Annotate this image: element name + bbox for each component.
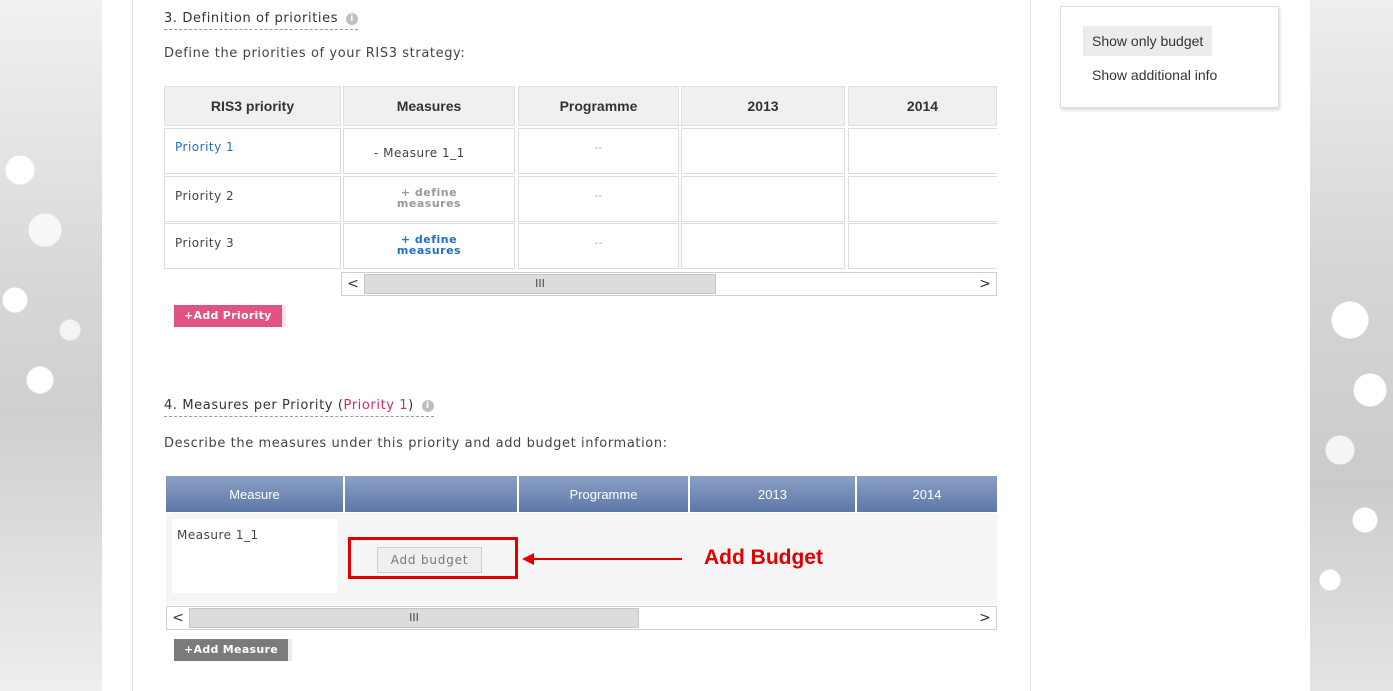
content-border-right bbox=[1030, 0, 1031, 691]
info-icon[interactable]: i bbox=[346, 13, 359, 25]
scroll-thumb[interactable]: III bbox=[189, 608, 639, 628]
scroll-right-button[interactable]: > bbox=[974, 607, 996, 629]
programme-cell: -- bbox=[518, 128, 679, 174]
horizontal-scrollbar[interactable]: < III > bbox=[166, 606, 997, 630]
header-ris3-priority: RIS3 priority bbox=[164, 86, 341, 126]
priority-item[interactable]: Priority 3 bbox=[164, 223, 341, 269]
measures-text: measures bbox=[396, 197, 462, 210]
section-title-measures: 4. Measures per Priority (Priority 1) i bbox=[164, 398, 434, 417]
add-priority-button[interactable]: +Add Priority bbox=[174, 305, 282, 327]
priority-link[interactable]: Priority 1 bbox=[164, 128, 341, 174]
section-title-suffix: ) bbox=[408, 398, 414, 413]
section-title-text: 3. Definition of priorities bbox=[164, 11, 339, 26]
measure-item[interactable]: - Measure 1_1 bbox=[343, 128, 515, 174]
scroll-left-button[interactable]: < bbox=[342, 273, 364, 295]
highlight-box bbox=[348, 537, 518, 579]
add-measure-button[interactable]: +Add Measure bbox=[174, 639, 289, 661]
header-2013: 2013 bbox=[690, 476, 856, 512]
section-description: Describe the measures under this priorit… bbox=[164, 436, 668, 451]
annotation-arrow bbox=[532, 558, 682, 560]
selected-priority: Priority 1 bbox=[343, 398, 409, 413]
programme-cell: -- bbox=[518, 176, 679, 222]
priority-item[interactable]: Priority 2 bbox=[164, 176, 341, 222]
cell-2013 bbox=[681, 128, 845, 174]
horizontal-scrollbar[interactable]: < III > bbox=[341, 272, 997, 296]
define-measures-link[interactable]: + define measures bbox=[343, 176, 515, 222]
header-programme: Programme bbox=[519, 476, 689, 512]
header-2013: 2013 bbox=[681, 86, 845, 126]
cell-2013 bbox=[681, 223, 845, 269]
show-additional-info-option[interactable]: Show additional info bbox=[1083, 60, 1226, 90]
section-description: Define the priorities of your RIS3 strat… bbox=[164, 46, 466, 61]
measure-name: Measure 1_1 bbox=[172, 519, 338, 593]
cell-2014 bbox=[848, 223, 997, 269]
background-right bbox=[1310, 0, 1393, 691]
background-left bbox=[0, 0, 102, 691]
show-only-budget-option[interactable]: Show only budget bbox=[1083, 26, 1213, 56]
header-programme: Programme bbox=[518, 86, 679, 126]
scroll-right-button[interactable]: > bbox=[974, 273, 996, 295]
content-border-left bbox=[132, 0, 133, 691]
programme-cell: -- bbox=[518, 223, 679, 269]
info-icon[interactable]: i bbox=[421, 400, 434, 412]
scroll-left-button[interactable]: < bbox=[167, 607, 189, 629]
header-measures: Measures bbox=[343, 86, 515, 126]
define-measures-link[interactable]: + define measures bbox=[343, 223, 515, 269]
header-blank bbox=[345, 476, 518, 512]
annotation-label: Add Budget bbox=[704, 546, 823, 569]
header-2014: 2014 bbox=[848, 86, 997, 126]
cell-2013 bbox=[681, 176, 845, 222]
header-2014: 2014 bbox=[857, 476, 997, 512]
cell-2014 bbox=[848, 128, 997, 174]
section-title-priorities: 3. Definition of priorities i bbox=[164, 11, 359, 30]
header-measure: Measure bbox=[166, 476, 344, 512]
cell-2014 bbox=[848, 176, 997, 222]
view-options-panel: Show only budget Show additional info bbox=[1060, 6, 1279, 108]
measures-text: measures bbox=[396, 244, 462, 257]
section-title-prefix: 4. Measures per Priority ( bbox=[164, 398, 344, 413]
scroll-thumb[interactable]: III bbox=[364, 274, 716, 294]
